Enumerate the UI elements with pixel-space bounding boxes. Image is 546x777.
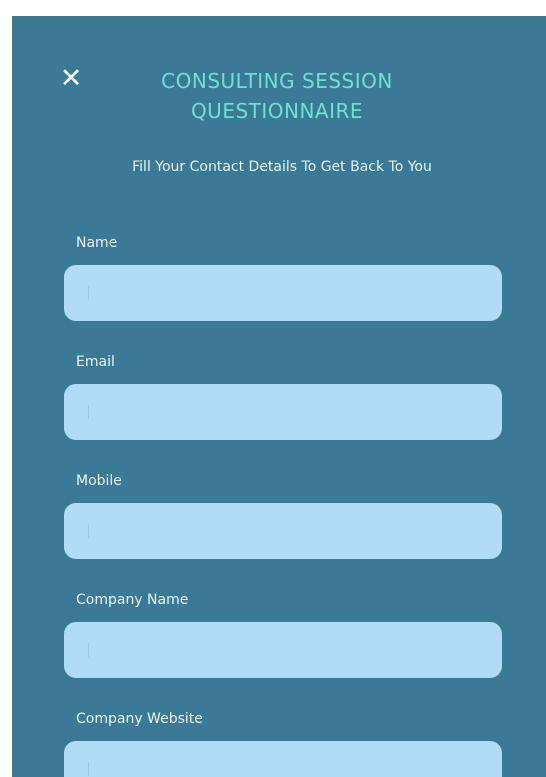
subtitle: Fill Your Contact Details To Get Back To… <box>132 159 432 175</box>
mobile-label: Mobile <box>76 473 122 489</box>
mobile-input[interactable] <box>64 503 502 559</box>
company-name-label: Company Name <box>76 592 189 608</box>
name-label: Name <box>76 235 118 251</box>
email-label: Email <box>76 354 115 370</box>
questionnaire-panel: ✕ CONSULTING SESSION QUESTIONNAIRE Fill … <box>12 16 546 777</box>
company-website-label: Company Website <box>76 711 203 727</box>
title-line-1: CONSULTING SESSION <box>161 69 393 93</box>
page-title: CONSULTING SESSION QUESTIONNAIRE <box>112 66 442 126</box>
email-input[interactable] <box>64 384 502 440</box>
title-line-2: QUESTIONNAIRE <box>190 99 364 123</box>
company-website-input[interactable] <box>64 741 502 777</box>
close-icon[interactable]: ✕ <box>58 65 84 92</box>
name-input[interactable] <box>64 265 502 321</box>
company-name-input[interactable] <box>64 622 502 678</box>
